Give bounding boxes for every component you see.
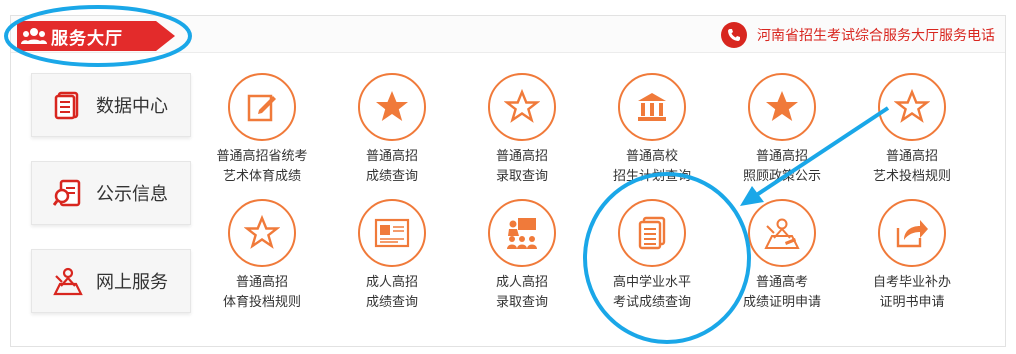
tile-self-study-certificate-reissue[interactable]: 自考毕业补办 证明书申请 <box>847 199 977 313</box>
service-hall-panel: 服务大厅 河南省招生考试综合服务大厅服务电话 数据中心 公示信息 网上服务 普通… <box>10 15 1006 347</box>
tile-score-query[interactable]: 普通高招 成绩查询 <box>327 73 457 187</box>
data-center-icon <box>40 90 96 120</box>
sidebar-item-online-service[interactable]: 网上服务 <box>31 249 191 313</box>
document-icon <box>618 199 686 267</box>
star-outline-icon <box>488 73 556 141</box>
tile-label-line1: 普通高招 <box>755 149 808 164</box>
service-hall-tab[interactable]: 服务大厅 <box>17 21 175 51</box>
tile-label: 普通高招 艺术投档规则 <box>873 147 951 187</box>
tile-label-line2: 艺术投档规则 <box>872 169 951 184</box>
tile-label: 普通高招省统考 艺术体育成绩 <box>216 147 307 187</box>
sidebar-item-data-center[interactable]: 数据中心 <box>31 73 191 137</box>
tile-label-line1: 普通高招 <box>235 275 288 290</box>
tile-label: 普通高招 录取查询 <box>496 147 548 187</box>
tile-admission-query[interactable]: 普通高招 录取查询 <box>457 73 587 187</box>
tile-label-line2: 录取查询 <box>495 295 548 310</box>
tile-label: 普通高考 成绩证明申请 <box>743 273 821 313</box>
tile-label-line1: 普通高考 <box>755 275 808 290</box>
tile-label-line1: 普通高招 <box>365 149 418 164</box>
tile-label: 普通高招 体育投档规则 <box>223 273 301 313</box>
tile-label: 普通高招 照顾政策公示 <box>743 147 821 187</box>
tile-label-line1: 普通高招省统考 <box>216 149 308 164</box>
tile-label-line2: 成绩证明申请 <box>742 295 821 310</box>
tile-label: 成人高招 成绩查询 <box>366 273 418 313</box>
tile-enrollment-plan-query[interactable]: 普通高校 招生计划查询 <box>587 73 717 187</box>
star-outline-icon <box>228 199 296 267</box>
tile-art-filing-rules[interactable]: 普通高招 艺术投档规则 <box>847 73 977 187</box>
tile-label-line1: 成人高招 <box>365 275 418 290</box>
lecture-icon <box>488 199 556 267</box>
panel-header: 服务大厅 河南省招生考试综合服务大厅服务电话 <box>11 16 1005 53</box>
tile-label-line2: 成绩查询 <box>365 169 418 184</box>
service-hall-title: 服务大厅 <box>51 28 123 49</box>
sidebar-item-public-info[interactable]: 公示信息 <box>31 161 191 225</box>
people-icon <box>17 27 51 45</box>
tile-label: 普通高校 招生计划查询 <box>613 147 691 187</box>
sidebar-label: 公示信息 <box>96 184 168 205</box>
edit-icon <box>228 73 296 141</box>
tile-care-policy[interactable]: 普通高招 照顾政策公示 <box>717 73 847 187</box>
building-icon <box>618 73 686 141</box>
tile-label-line1: 自考毕业补办 <box>872 275 951 290</box>
tile-label-line2: 录取查询 <box>495 169 548 184</box>
certificate-icon <box>358 199 426 267</box>
tile-label-line2: 照顾政策公示 <box>742 169 821 184</box>
tile-label-line1: 普通高校 <box>625 149 678 164</box>
phone-icon <box>721 22 747 48</box>
tile-score-certificate-apply[interactable]: 普通高考 成绩证明申请 <box>717 199 847 313</box>
tile-label-line1: 普通高招 <box>885 149 938 164</box>
tile-label-line1: 高中学业水平 <box>612 275 691 290</box>
tile-label-line2: 招生计划查询 <box>612 169 691 184</box>
tile-label-line2: 证明书申请 <box>879 295 945 310</box>
tile-label-line2: 成绩查询 <box>365 295 418 310</box>
tile-adult-admission-query[interactable]: 成人高招 录取查询 <box>457 199 587 313</box>
tile-label-line2: 考试成绩查询 <box>612 295 691 310</box>
online-service-icon <box>40 266 96 296</box>
tile-label-line2: 体育投档规则 <box>222 295 301 310</box>
tile-label: 自考毕业补办 证明书申请 <box>873 273 951 313</box>
tile-label: 普通高招 成绩查询 <box>366 147 418 187</box>
tile-sports-filing-rules[interactable]: 普通高招 体育投档规则 <box>197 199 327 313</box>
hotline: 河南省招生考试综合服务大厅服务电话 <box>721 21 995 49</box>
tile-label-line1: 普通高招 <box>495 149 548 164</box>
star-outline-icon <box>878 73 946 141</box>
share-icon <box>878 199 946 267</box>
sidebar-label: 网上服务 <box>96 272 168 293</box>
tile-label-line1: 成人高招 <box>495 275 548 290</box>
tile-academic-level-score-query[interactable]: 高中学业水平 考试成绩查询 <box>587 199 717 313</box>
tile-adult-score-query[interactable]: 成人高招 成绩查询 <box>327 199 457 313</box>
star-solid-icon <box>748 73 816 141</box>
tile-label-line2: 艺术体育成绩 <box>222 169 301 184</box>
applicant-icon <box>748 199 816 267</box>
public-info-icon <box>40 178 96 208</box>
star-solid-icon <box>358 73 426 141</box>
sidebar-label: 数据中心 <box>96 96 168 117</box>
tile-label: 高中学业水平 考试成绩查询 <box>613 273 691 313</box>
hotline-text: 河南省招生考试综合服务大厅服务电话 <box>757 28 995 44</box>
tile-art-sports-scores[interactable]: 普通高招省统考 艺术体育成绩 <box>197 73 327 187</box>
tile-label: 成人高招 录取查询 <box>496 273 548 313</box>
